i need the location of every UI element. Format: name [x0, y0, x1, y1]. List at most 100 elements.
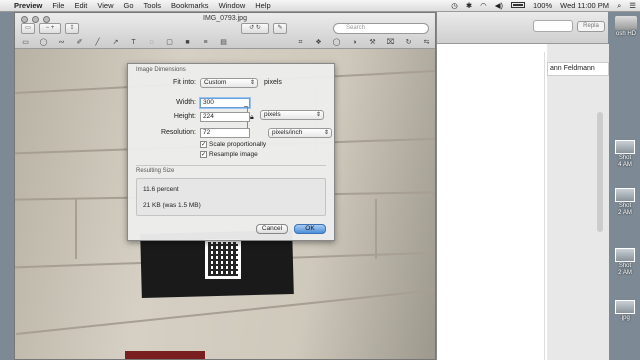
desktop-file-label: Shot	[618, 263, 632, 269]
ok-button[interactable]: OK	[294, 224, 326, 234]
search-input[interactable]: Search	[333, 23, 429, 34]
fit-into-label: Fit into:	[173, 79, 196, 86]
speech-bubble-icon[interactable]: ◌	[147, 38, 156, 47]
desktop-file-label: 2 AM	[618, 210, 632, 216]
line-width-icon[interactable]: ≡	[201, 38, 210, 47]
desktop-file-3[interactable]: Shot 2 AM	[610, 248, 640, 277]
section-title-dimensions: Image Dimensions	[136, 67, 186, 73]
scale-proportionally-checkbox[interactable]: ✓ Scale proportionally	[200, 141, 266, 148]
window-title: IMG_0793.jpg	[203, 15, 247, 22]
rotate-button[interactable]: ↺ ↻	[241, 23, 269, 34]
menu-window[interactable]: Window	[219, 1, 246, 10]
image-file-icon	[615, 300, 635, 314]
shape-icon[interactable]: ◯	[332, 38, 341, 47]
fit-into-popup[interactable]: Custom	[200, 78, 258, 88]
menu-edit[interactable]: Edit	[74, 1, 87, 10]
menu-extras: ◷ ✱ ◠ ◀) 100% Wed 11:00 PM ⌕ ☰	[451, 1, 636, 11]
menu-bookmarks[interactable]: Bookmarks	[171, 1, 209, 10]
markup-toolbar-button[interactable]: ✎	[273, 23, 287, 34]
desktop-file-label: Shot	[618, 203, 632, 209]
scale-row: ✓ Scale proportionally	[136, 141, 326, 151]
hard-drive-icon[interactable]: osh HD	[612, 16, 640, 37]
timemachine-icon[interactable]: ◷	[451, 1, 458, 10]
red-lettering	[125, 351, 205, 359]
screenshot-file-icon	[615, 248, 635, 262]
menu-tools[interactable]: Tools	[144, 1, 162, 10]
scale-proportionally-label: Scale proportionally	[209, 141, 267, 148]
zoom-buttons[interactable]: − +	[39, 23, 61, 34]
width-field[interactable]: 300	[200, 98, 250, 108]
color-well-icon[interactable]: ■	[183, 38, 192, 47]
drive-icon	[615, 16, 637, 30]
resolution-field[interactable]: 72	[200, 128, 250, 138]
result-percent: 11.6 percent	[143, 186, 179, 193]
adjust-size-icon[interactable]: ⚒	[368, 38, 377, 47]
height-field[interactable]: 224	[200, 112, 250, 122]
share-button[interactable]: ⇪	[65, 23, 79, 34]
rect-select-icon[interactable]: ▭	[21, 38, 30, 47]
battery-icon[interactable]	[510, 1, 525, 10]
checkmark-icon: ✓	[200, 141, 207, 148]
bluetooth-icon[interactable]: ✱	[466, 1, 472, 10]
desktop-file-label: 4 AM	[618, 162, 632, 168]
note-icon[interactable]: ▢	[165, 38, 174, 47]
menu-file[interactable]: File	[52, 1, 64, 10]
height-row: Height: 224	[136, 111, 326, 125]
section-title-result: Resulting Size	[136, 168, 175, 174]
background-window: Repla ann Feldmann	[436, 12, 609, 360]
background-name-field[interactable]: ann Feldmann	[547, 62, 609, 76]
background-search-field[interactable]	[533, 20, 573, 32]
resample-row: ✓ Resample image	[136, 151, 326, 163]
hard-drive-label: osh HD	[615, 31, 636, 37]
screenshot-file-icon	[615, 188, 635, 202]
menu-bar: Preview File Edit View Go Tools Bookmark…	[0, 0, 640, 12]
menu-view[interactable]: View	[97, 1, 113, 10]
spotlight-search-icon[interactable]: ⌕	[617, 1, 621, 11]
menu-go[interactable]: Go	[124, 1, 134, 10]
adjust-color-icon[interactable]: ◑	[350, 38, 359, 47]
wall-mortar-line	[16, 288, 435, 336]
background-replace-button[interactable]: Repla	[577, 21, 605, 32]
cancel-button[interactable]: Cancel	[256, 224, 288, 234]
desktop-file-4[interactable]: .jpg	[610, 300, 640, 322]
fill-color-icon[interactable]: ▤	[219, 38, 228, 47]
background-scrollbar[interactable]	[597, 112, 603, 232]
toolbar-top: ▭ − + ⇪ ↺ ↻ ✎ Search	[21, 23, 429, 35]
resample-image-checkbox[interactable]: ✓ Resample image	[200, 151, 258, 158]
resolution-unit-popup[interactable]: pixels/inch	[268, 128, 332, 138]
battery-percent: 100%	[532, 1, 553, 10]
notification-center-icon[interactable]: ☰	[629, 1, 636, 10]
instant-alpha-icon[interactable]: ⌗	[296, 38, 305, 47]
clock[interactable]: Wed 11:00 PM	[560, 1, 609, 10]
menu-app-name[interactable]: Preview	[14, 1, 42, 10]
arrow-icon[interactable]: ↗	[111, 38, 120, 47]
desktop-file-label: 2 AM	[618, 270, 632, 276]
smart-lasso-icon[interactable]: ✐	[75, 38, 84, 47]
desktop-file-label: Shot	[618, 155, 632, 161]
wifi-icon[interactable]: ◠	[480, 1, 487, 10]
fit-into-unit: pixels	[264, 79, 282, 86]
resulting-size-group: 11.6 percent 21 KB (was 1.5 MB)	[136, 178, 326, 216]
lasso-icon[interactable]: ∾	[57, 38, 66, 47]
smart-lasso-tool-icon[interactable]: ❖	[314, 38, 323, 47]
width-row: Width: 300	[136, 97, 326, 111]
sidebar-toggle-button[interactable]: ▭	[21, 23, 35, 34]
volume-icon[interactable]: ◀)	[495, 1, 503, 10]
text-icon[interactable]: T	[129, 38, 138, 47]
screenshot-file-icon	[615, 140, 635, 154]
result-filesize: 21 KB (was 1.5 MB)	[143, 202, 201, 209]
resolution-row: Resolution: 72 pixels/inch	[136, 127, 332, 141]
menu-help[interactable]: Help	[255, 1, 270, 10]
ellipse-select-icon[interactable]: ◯	[39, 38, 48, 47]
line-icon[interactable]: ╱	[93, 38, 102, 47]
flip-icon[interactable]: ⇆	[422, 38, 431, 47]
desktop-file-2[interactable]: Shot 2 AM	[610, 188, 640, 217]
qr-code	[205, 239, 241, 279]
resolution-label: Resolution:	[160, 129, 196, 136]
crop-icon[interactable]: ⌧	[386, 38, 395, 47]
background-toolbar: Repla	[437, 12, 608, 44]
height-label: Height:	[173, 113, 196, 120]
rotate-icon[interactable]: ↻	[404, 38, 413, 47]
desktop-file-1[interactable]: Shot 4 AM	[610, 140, 640, 169]
background-document-page	[445, 52, 545, 360]
